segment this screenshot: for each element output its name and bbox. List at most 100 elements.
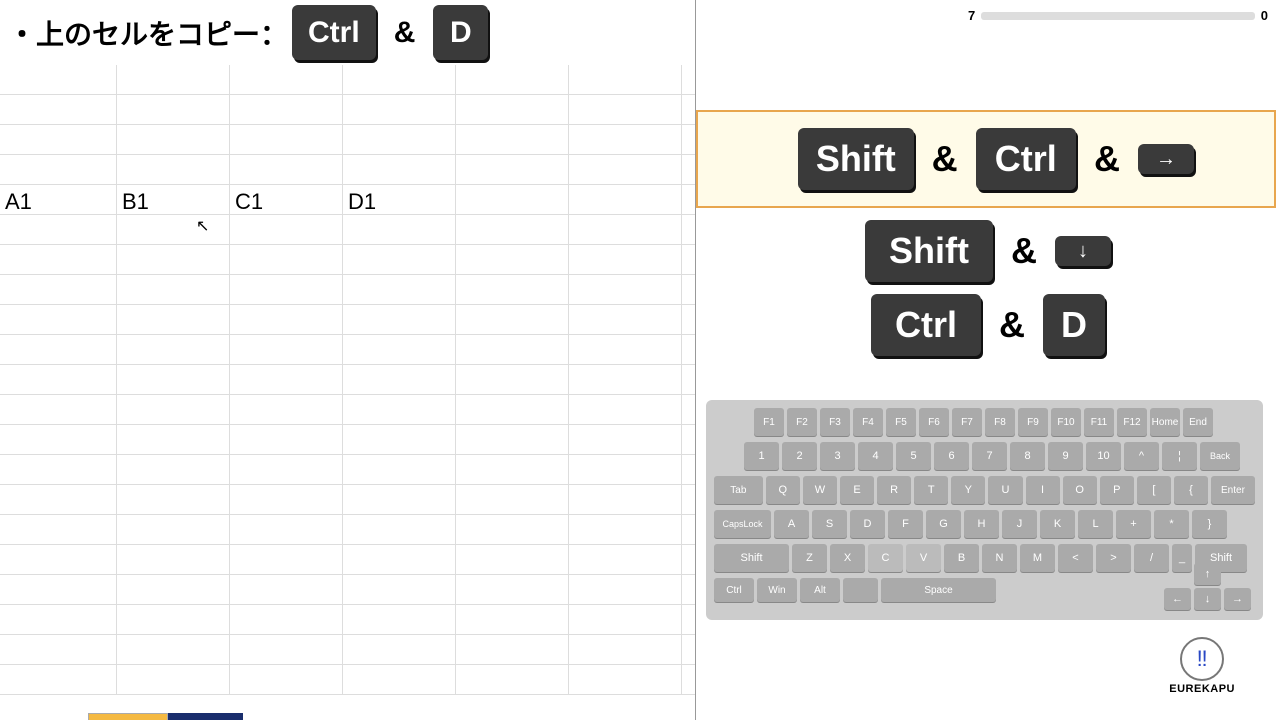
cell-b[interactable]: B1 <box>117 185 230 214</box>
kb-c: C <box>868 544 903 572</box>
kb-u: U <box>988 476 1022 504</box>
logo-text: EUREKAPU <box>1169 683 1235 695</box>
cell-a[interactable]: A1 <box>0 185 117 214</box>
kb-t: T <box>914 476 948 504</box>
kb-n: N <box>982 544 1017 572</box>
kb-3: 3 <box>820 442 855 470</box>
kb-bracket: [ <box>1137 476 1171 504</box>
kb-a: A <box>774 510 809 538</box>
kb-w: W <box>803 476 837 504</box>
kb-i: I <box>1026 476 1060 504</box>
kb-v: V <box>906 544 941 572</box>
kb-s: S <box>812 510 847 538</box>
progress-track <box>981 12 1255 20</box>
kb-f: F <box>888 510 923 538</box>
key-ctrl: Ctrl <box>871 294 981 356</box>
instruction-row: ・上のセルをコピー： Ctrl & D <box>0 0 695 65</box>
kb-f7: F7 <box>952 408 982 436</box>
kb-arrow-up: ↑ <box>1194 563 1221 585</box>
kb-f12: F12 <box>1117 408 1147 436</box>
kb-arrow-down: ↓ <box>1194 588 1221 610</box>
kb-r: R <box>877 476 911 504</box>
key-ctrl: Ctrl <box>976 128 1076 190</box>
kb-f4: F4 <box>853 408 883 436</box>
kb-l: L <box>1078 510 1113 538</box>
kb-f8: F8 <box>985 408 1015 436</box>
kb-d: D <box>850 510 885 538</box>
kb-10: 10 <box>1086 442 1121 470</box>
kb-f5: F5 <box>886 408 916 436</box>
kb-shift-l: Shift <box>714 544 789 572</box>
kb-1: 1 <box>744 442 779 470</box>
kb-tab: Tab <box>714 476 763 504</box>
kb-8: 8 <box>1010 442 1045 470</box>
sheet-tabs[interactable] <box>88 713 243 720</box>
sheet-tab-active[interactable] <box>88 713 168 720</box>
kb-win: Win <box>757 578 797 602</box>
kb-f6: F6 <box>919 408 949 436</box>
kb-5: 5 <box>896 442 931 470</box>
kb-blank <box>843 578 878 602</box>
kb-f1: F1 <box>754 408 784 436</box>
cell-d[interactable]: D1 <box>343 185 456 214</box>
cell-c[interactable]: C1 <box>230 185 343 214</box>
kb-o: O <box>1063 476 1097 504</box>
kb-home: Home <box>1150 408 1180 436</box>
kb-pipe: ¦ <box>1162 442 1197 470</box>
kb-e: E <box>840 476 874 504</box>
shortcut-row: Ctrl & D <box>696 294 1280 356</box>
spreadsheet-panel: ・上のセルをコピー： Ctrl & D A1 B1 C1 D1 <box>0 0 695 720</box>
kb-f3: F3 <box>820 408 850 436</box>
kb-4: 4 <box>858 442 893 470</box>
kb-x: X <box>830 544 865 572</box>
kb-brace2: } <box>1192 510 1227 538</box>
kb-space: Space <box>881 578 996 602</box>
data-row[interactable]: A1 B1 C1 D1 <box>0 185 695 215</box>
shortcut-row: Shift & ↓ <box>696 220 1280 282</box>
kb-ctrl-l: Ctrl <box>714 578 754 602</box>
kb-z: Z <box>792 544 827 572</box>
key-shift: Shift <box>865 220 993 282</box>
kb-7: 7 <box>972 442 1007 470</box>
key-ctrl: Ctrl <box>292 5 376 60</box>
kb-g: G <box>926 510 961 538</box>
brand-logo: ‼ EUREKAPU <box>1169 637 1235 695</box>
kb-2: 2 <box>782 442 817 470</box>
kb-brace: { <box>1174 476 1208 504</box>
kb-f2: F2 <box>787 408 817 436</box>
kb-b: B <box>944 544 979 572</box>
kb-f10: F10 <box>1051 408 1081 436</box>
kb-gt: > <box>1096 544 1131 572</box>
ampersand: & <box>1094 138 1120 180</box>
kb-plus: + <box>1116 510 1151 538</box>
ampersand: & <box>999 304 1025 346</box>
spreadsheet-grid[interactable]: A1 B1 C1 D1 <box>0 65 695 720</box>
ampersand: & <box>394 16 416 50</box>
arrow-down-icon: ↓ <box>1055 236 1111 266</box>
kb-q: Q <box>766 476 800 504</box>
key-shift: Shift <box>798 128 914 190</box>
kb-f9: F9 <box>1018 408 1048 436</box>
kb-star: * <box>1154 510 1189 538</box>
key-d: D <box>1043 294 1105 356</box>
progress-bar: 7 0 <box>968 8 1268 23</box>
kb-back: Back <box>1200 442 1240 470</box>
kb-y: Y <box>951 476 985 504</box>
logo-icon: ‼ <box>1180 637 1224 681</box>
kb-h: H <box>964 510 999 538</box>
instruction-text: ・上のセルをコピー： <box>8 13 288 53</box>
progress-right: 0 <box>1261 8 1268 23</box>
kb-arrow-right: → <box>1224 588 1251 610</box>
kb-k: K <box>1040 510 1075 538</box>
sheet-tab-other[interactable] <box>168 713 243 720</box>
kb-9: 9 <box>1048 442 1083 470</box>
kb-caret: ^ <box>1124 442 1159 470</box>
shortcut-highlighted: Shift & Ctrl & → <box>696 110 1276 208</box>
kb-p: P <box>1100 476 1134 504</box>
ampersand: & <box>932 138 958 180</box>
kb-caps: CapsLock <box>714 510 771 538</box>
kb-m: M <box>1020 544 1055 572</box>
key-d: D <box>433 5 488 60</box>
kb-alt: Alt <box>800 578 840 602</box>
kb-arrow-cluster: ↑ ← ↓ → <box>1164 563 1251 610</box>
